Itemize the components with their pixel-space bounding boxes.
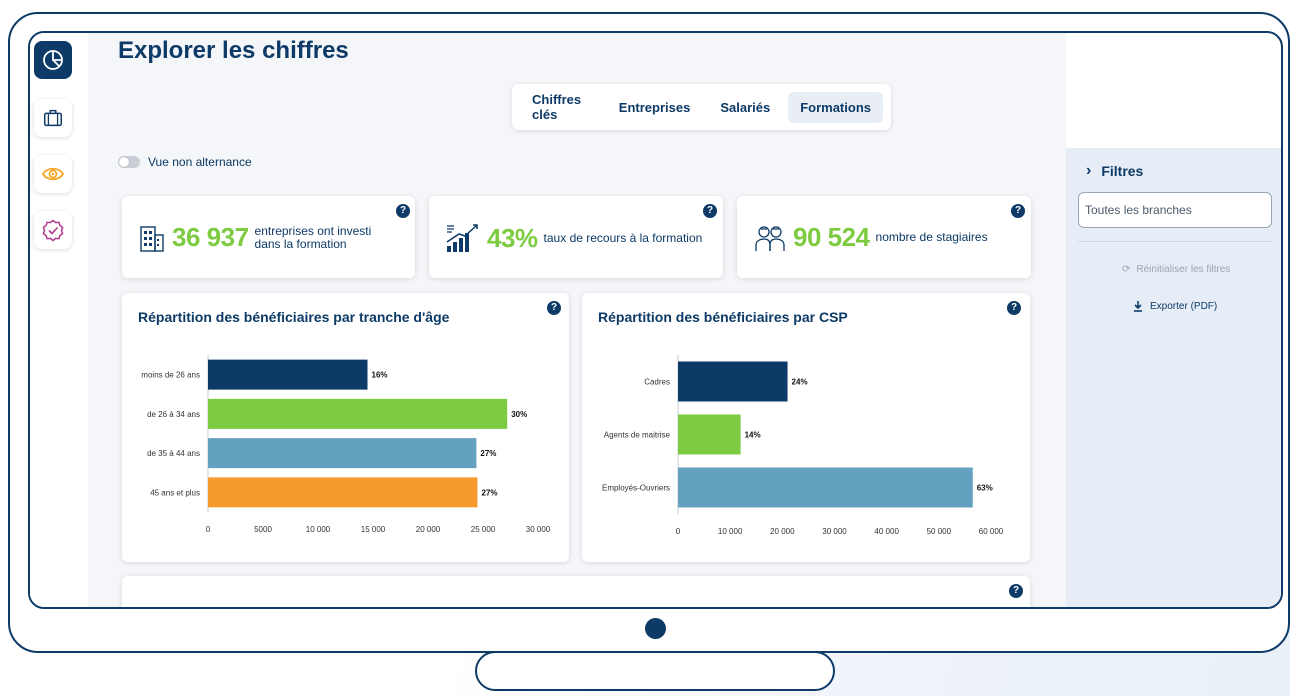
help-icon[interactable]: ? xyxy=(703,204,717,218)
kpi-value: 43% xyxy=(487,222,538,253)
x-tick-label: 40 000 xyxy=(874,527,899,536)
chart-bar xyxy=(678,414,741,455)
category-label: moins de 26 ans xyxy=(141,371,200,380)
kpi-card-taux-recours: ? 43% taux de recours à la formation xyxy=(429,196,723,278)
x-tick-label: 10 000 xyxy=(306,525,331,534)
x-tick-label: 20 000 xyxy=(770,527,795,536)
category-label: 45 ans et plus xyxy=(150,488,200,497)
help-icon[interactable]: ? xyxy=(1011,204,1025,218)
eye-icon xyxy=(41,167,65,181)
filters-divider xyxy=(1078,241,1272,242)
download-icon xyxy=(1134,301,1142,312)
age-chart-card: Répartition des bénéficiaires par tranch… xyxy=(122,293,569,562)
sidebar-item-charts[interactable] xyxy=(34,41,72,79)
chart-bar xyxy=(208,438,477,469)
x-tick-label: 20 000 xyxy=(416,525,441,534)
camera-dot xyxy=(645,618,666,639)
alternance-toggle[interactable] xyxy=(118,156,140,168)
kpi-card-entreprises: ? 36 937 entreprises ont investi dans la… xyxy=(122,196,415,278)
pie-chart-icon xyxy=(43,50,63,70)
data-label: 14% xyxy=(745,431,761,440)
x-tick-label: 50 000 xyxy=(927,527,952,536)
tab-bar: Chiffres clés Entreprises Salariés Forma… xyxy=(512,84,891,130)
csp-chart-card: Répartition des bénéficiaires par CSP ? … xyxy=(582,293,1030,562)
building-icon xyxy=(140,225,164,252)
x-tick-label: 30 000 xyxy=(822,527,847,536)
data-label: 24% xyxy=(792,378,808,387)
monitor-stand xyxy=(475,651,835,691)
branch-select[interactable]: Toutes les branches xyxy=(1078,192,1272,228)
main-content: Explorer les chiffres Chiffres clés Entr… xyxy=(88,33,1066,607)
help-icon[interactable]: ? xyxy=(1009,584,1023,598)
age-bar-chart: moins de 26 ans 16% de 26 à 34 ans 30% de 35… xyxy=(141,355,551,534)
export-pdf-button[interactable]: Exporter (PDF) xyxy=(1132,300,1217,312)
filters-panel: › Filtres Toutes les branches ⟳ Réinitia… xyxy=(1066,148,1281,607)
alternance-toggle-row: Vue non alternance xyxy=(118,155,252,169)
briefcase-icon xyxy=(44,109,62,127)
filters-toggle[interactable]: › Filtres xyxy=(1086,162,1143,180)
reset-filters-label: Réinitialiser les filtres xyxy=(1136,264,1231,275)
x-tick-label: 5000 xyxy=(254,525,272,534)
badge-check-icon xyxy=(42,219,64,242)
tab-salaries[interactable]: Salariés xyxy=(708,92,782,123)
chevron-right-icon: › xyxy=(1086,162,1092,179)
x-tick-label: 25 000 xyxy=(471,525,496,534)
sidebar-item-validation[interactable] xyxy=(34,211,72,249)
chart-bar xyxy=(208,477,478,508)
x-tick-label: 0 xyxy=(676,527,681,536)
chart-bar xyxy=(208,398,508,429)
growth-chart-icon xyxy=(446,224,478,252)
kpi-card-stagiaires: ? 90 524 nombre de stagiaires xyxy=(737,196,1031,278)
kpi-label: taux de recours à la formation xyxy=(543,230,703,245)
x-tick-label: 60 000 xyxy=(979,527,1004,536)
page-title: Explorer les chiffres xyxy=(118,37,349,64)
bottom-card: ? xyxy=(122,576,1030,607)
category-label: Employés-Ouvriers xyxy=(602,484,670,493)
refresh-icon: ⟳ xyxy=(1122,264,1131,275)
data-label: 16% xyxy=(372,371,388,380)
tab-formations[interactable]: Formations xyxy=(788,91,883,123)
category-label: de 26 à 34 ans xyxy=(147,410,200,419)
tab-chiffres-cles[interactable]: Chiffres clés xyxy=(520,84,601,130)
chart-bar xyxy=(678,467,973,508)
kpi-value: 90 524 xyxy=(793,222,870,252)
app-screen: Explorer les chiffres Chiffres clés Entr… xyxy=(28,31,1283,609)
kpi-label-line2: dans la formation xyxy=(254,236,347,251)
trainees-icon xyxy=(755,225,785,251)
chart-bar xyxy=(678,361,788,402)
export-pdf-label: Exporter (PDF) xyxy=(1150,300,1218,312)
category-label: Agents de maitrise xyxy=(604,431,671,440)
tab-entreprises[interactable]: Entreprises xyxy=(607,92,703,123)
monitor-mockup: Explorer les chiffres Chiffres clés Entr… xyxy=(0,0,1290,696)
sidebar-item-view[interactable] xyxy=(34,155,72,193)
data-label: 27% xyxy=(480,449,496,458)
category-label: de 35 à 44 ans xyxy=(147,449,200,458)
data-label: 63% xyxy=(977,484,993,493)
sidebar xyxy=(30,33,88,607)
x-tick-label: 15 000 xyxy=(361,525,386,534)
reset-filters-button[interactable]: ⟳ Réinitialiser les filtres xyxy=(1122,264,1230,275)
kpi-label: nombre de stagiaires xyxy=(875,230,988,245)
sidebar-item-companies[interactable] xyxy=(34,99,72,137)
csp-bar-chart: Cadres 24% Agents de maitrise 14% Employés-O… xyxy=(602,355,1004,536)
filters-title: Filtres xyxy=(1101,163,1144,179)
help-icon[interactable]: ? xyxy=(396,204,410,218)
chart-bar xyxy=(208,359,368,390)
data-label: 30% xyxy=(511,410,527,419)
alternance-toggle-label: Vue non alternance xyxy=(148,155,252,169)
x-tick-label: 10 000 xyxy=(718,527,743,536)
kpi-value: 36 937 xyxy=(172,222,249,252)
kpi-label: entreprises ont investi xyxy=(254,223,372,238)
x-tick-label: 0 xyxy=(206,525,211,534)
x-tick-label: 30 000 xyxy=(526,525,551,534)
category-label: Cadres xyxy=(644,378,670,387)
data-label: 27% xyxy=(482,488,498,497)
